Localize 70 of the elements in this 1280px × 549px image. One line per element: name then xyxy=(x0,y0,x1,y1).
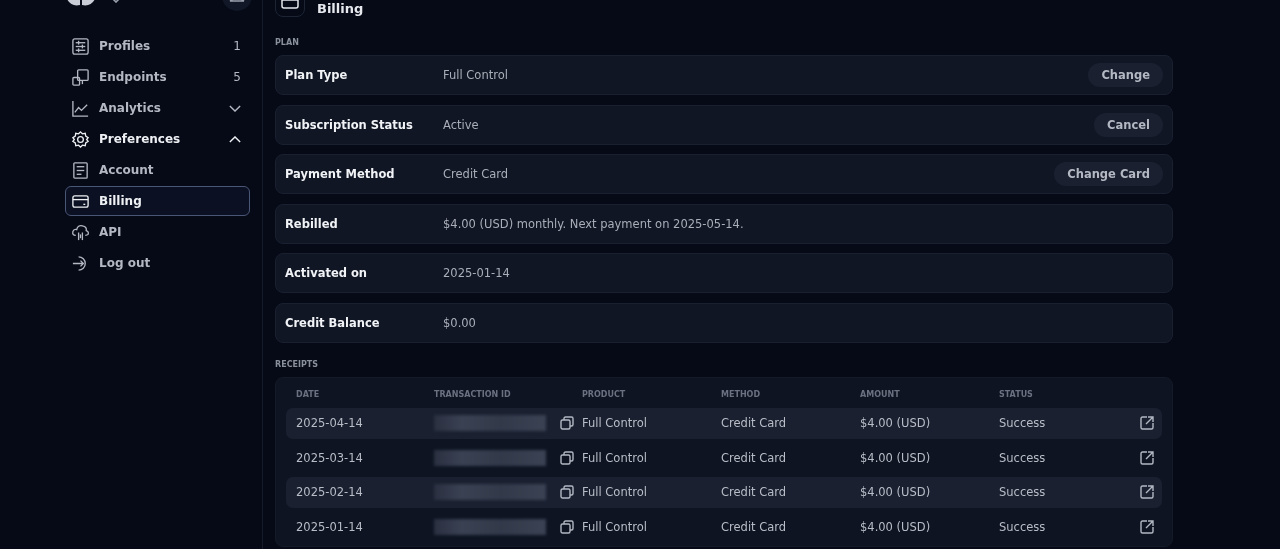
copy-icon[interactable] xyxy=(560,416,574,430)
devices-icon xyxy=(71,67,90,87)
column-header: AMOUNT xyxy=(860,390,901,399)
table-cell: 2025-02-14 xyxy=(296,485,363,499)
table-cell: 2025-03-14 xyxy=(296,450,363,465)
document-icon xyxy=(71,160,90,180)
field-value: 2025-01-14 xyxy=(443,266,511,280)
field-label: Credit Balance xyxy=(285,315,381,330)
table-cell: 2025-01-14 xyxy=(296,519,363,534)
table-cell: 2025-04-14 xyxy=(296,416,363,430)
field-label: Rebilled xyxy=(285,216,339,231)
settings-icon xyxy=(71,129,90,149)
table-cell: Success xyxy=(999,416,1046,430)
action-button[interactable]: Change Card xyxy=(1054,162,1163,186)
section-heading: PLAN xyxy=(275,38,300,49)
column-header: PRODUCT xyxy=(582,390,627,399)
table-cell: Success xyxy=(999,450,1046,465)
field-label: Subscription Status xyxy=(285,117,414,132)
sidebar-item[interactable]: Billing xyxy=(65,186,250,216)
copy-icon[interactable] xyxy=(560,519,574,534)
sliders-icon xyxy=(71,36,90,56)
table-cell: $4.00 (USD) xyxy=(860,519,931,534)
table-cell: Full Control xyxy=(582,485,647,499)
sidebar-item[interactable]: Log out xyxy=(65,248,250,278)
count-label: 1 xyxy=(233,39,241,53)
column-header: DATE xyxy=(296,390,321,399)
cloud-icon xyxy=(71,222,90,242)
column-header: STATUS xyxy=(999,390,1034,399)
action-button[interactable]: Change xyxy=(1088,63,1163,87)
table-cell: $4.00 (USD) xyxy=(860,416,931,430)
sidebar-item[interactable]: Analytics xyxy=(65,93,250,123)
field-value: Full Control xyxy=(443,68,509,82)
field-value: $0.00 xyxy=(443,315,477,330)
field-label: Payment Method xyxy=(285,167,396,181)
external-link-icon[interactable] xyxy=(1140,519,1154,534)
field-value: Credit Card xyxy=(443,167,510,181)
field-value: $4.00 (USD) monthly. Next payment on 2025-05-14. xyxy=(443,216,745,231)
table-cell: Success xyxy=(999,519,1046,534)
table-cell: Credit Card xyxy=(721,416,787,430)
table-cell: $4.00 (USD) xyxy=(860,485,931,499)
copy-icon[interactable] xyxy=(560,485,574,499)
table-cell: Credit Card xyxy=(721,450,787,465)
page-title: Billing xyxy=(317,0,364,16)
chevron-down-icon xyxy=(229,104,241,112)
field-label: Activated on xyxy=(285,266,369,280)
sidebar-item[interactable]: API xyxy=(65,217,250,247)
chevron-up-icon xyxy=(229,135,241,143)
table-cell: Full Control xyxy=(582,416,647,430)
sidebar-item[interactable]: Account xyxy=(65,155,250,185)
column-header: METHOD xyxy=(721,390,762,399)
column-header: TRANSACTION ID xyxy=(434,390,512,399)
section-heading: RECEIPTS xyxy=(275,359,320,371)
table-cell: Full Control xyxy=(582,519,647,534)
external-link-icon[interactable] xyxy=(1140,416,1154,430)
table-cell: Success xyxy=(999,485,1046,499)
field-label: Plan Type xyxy=(285,68,349,82)
table-cell: $4.00 (USD) xyxy=(860,450,931,465)
sidebar-item[interactable]: Profiles 1 xyxy=(65,31,250,61)
sidebar-item[interactable]: Endpoints 5 xyxy=(65,62,250,92)
line-chart-icon xyxy=(71,98,90,118)
field-value: Active xyxy=(443,117,480,132)
copy-icon[interactable] xyxy=(560,450,574,465)
sidebar-item[interactable]: Preferences xyxy=(65,124,250,154)
table-cell: Full Control xyxy=(582,450,647,465)
count-label: 5 xyxy=(233,70,241,84)
action-button[interactable]: Cancel xyxy=(1094,112,1163,137)
external-link-icon[interactable] xyxy=(1140,485,1154,499)
table-cell: Credit Card xyxy=(721,485,787,499)
table-cell: Credit Card xyxy=(721,519,787,534)
external-link-icon[interactable] xyxy=(1140,450,1154,465)
